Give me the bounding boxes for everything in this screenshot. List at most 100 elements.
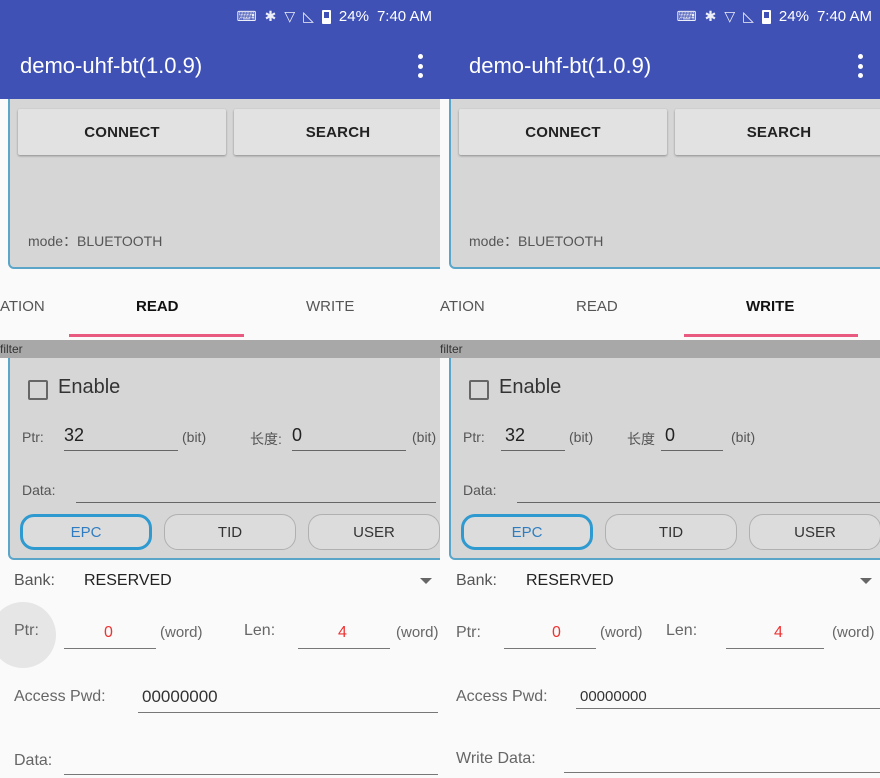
connect-button[interactable]: CONNECT: [18, 109, 226, 155]
filter-header: filter: [0, 340, 440, 358]
overflow-menu-icon[interactable]: [410, 51, 430, 81]
filter-ptr-unit: (bit): [569, 429, 594, 445]
clock: 7:40 AM: [376, 8, 432, 25]
access-pwd-input[interactable]: 00000000: [142, 687, 218, 707]
tab-indicator: [69, 334, 244, 337]
overflow-menu-icon[interactable]: [850, 51, 870, 81]
len-label: Len:: [244, 622, 276, 639]
filter-len-unit: (bit): [731, 429, 756, 445]
filter-len-input[interactable]: 0: [665, 425, 675, 446]
left-screen: ⌨ ✱ ▽ ◺ 24% 7:40 AM demo-uhf-bt(1.0.9) C…: [0, 0, 440, 778]
keyboard-icon: ⌨: [236, 8, 257, 24]
data-input[interactable]: [64, 774, 438, 775]
tab-bar: ATION READ WRITE: [440, 272, 880, 338]
tab-inventory[interactable]: ATION: [0, 298, 45, 315]
no-signal-icon: ◺: [743, 8, 754, 24]
app-bar: demo-uhf-bt(1.0.9): [0, 33, 440, 99]
tab-read[interactable]: READ: [576, 298, 618, 315]
filter-len-input[interactable]: 0: [292, 425, 302, 446]
filter-panel: Enable Ptr: 32 (bit) 长度 0 (bit) Data: EP…: [449, 358, 880, 560]
filter-header: filter: [440, 340, 880, 358]
bank-epc-button[interactable]: EPC: [461, 514, 593, 550]
keyboard-icon: ⌨: [676, 8, 697, 24]
bluetooth-icon: ✱: [704, 8, 717, 24]
bank-label: Bank:: [14, 572, 55, 589]
clock: 7:40 AM: [816, 8, 872, 25]
ptr-input[interactable]: 0: [104, 624, 113, 642]
battery-icon: [321, 9, 331, 24]
status-bar: ⌨ ✱ ▽ ◺ 24% 7:40 AM: [0, 0, 440, 33]
access-pwd-input[interactable]: 00000000: [580, 688, 647, 705]
len-label: Len:: [666, 622, 698, 639]
wifi-icon: ▽: [284, 8, 296, 24]
tab-inventory[interactable]: ATION: [440, 298, 485, 315]
bank-tid-button[interactable]: TID: [605, 514, 737, 550]
bank-select[interactable]: RESERVED: [526, 572, 614, 590]
tab-bar: ATION READ WRITE: [0, 272, 440, 338]
tab-indicator: [684, 334, 858, 337]
write-data-label: Write Data:: [456, 750, 536, 767]
filter-len-label: 长度: [627, 431, 655, 447]
filter-ptr-input[interactable]: 32: [64, 425, 84, 446]
tab-read[interactable]: READ: [136, 298, 179, 315]
len-underline: [726, 648, 824, 649]
access-pwd-label: Access Pwd:: [14, 688, 106, 705]
no-signal-icon: ◺: [303, 8, 314, 24]
len-input[interactable]: 4: [774, 624, 783, 642]
filter-ptr-label: Ptr:: [463, 429, 485, 445]
ptr-label: Ptr:: [14, 622, 39, 639]
len-unit: (word): [396, 624, 439, 641]
filter-panel: Enable Ptr: 32 (bit) 长度: 0 (bit) Data: E…: [8, 358, 440, 560]
enable-label: Enable: [58, 376, 121, 398]
filter-ptr-input[interactable]: 32: [505, 425, 525, 446]
bank-user-button[interactable]: USER: [749, 514, 880, 550]
dropdown-arrow-icon[interactable]: [860, 578, 872, 584]
ptr-input[interactable]: 0: [552, 624, 561, 642]
len-input[interactable]: 4: [338, 624, 347, 642]
mode-label: mode：BLUETOOTH: [469, 233, 604, 249]
search-button[interactable]: SEARCH: [234, 109, 440, 155]
len-unit: (word): [832, 624, 875, 641]
access-pwd-label: Access Pwd:: [456, 688, 548, 705]
data-label: Data:: [14, 752, 53, 769]
filter-ptr-underline: [64, 450, 178, 451]
wifi-icon: ▽: [724, 8, 736, 24]
dropdown-arrow-icon[interactable]: [420, 578, 432, 584]
enable-checkbox[interactable]: [469, 380, 489, 400]
len-underline: [298, 648, 390, 649]
tab-write[interactable]: WRITE: [306, 298, 354, 315]
status-bar: ⌨ ✱ ▽ ◺ 24% 7:40 AM: [440, 0, 880, 33]
search-button[interactable]: SEARCH: [675, 109, 880, 155]
app-title: demo-uhf-bt(1.0.9): [469, 53, 652, 78]
bank-epc-button[interactable]: EPC: [20, 514, 152, 550]
access-pwd-underline: [576, 708, 880, 709]
battery-percent: 24%: [338, 8, 369, 25]
right-screen: ⌨ ✱ ▽ ◺ 24% 7:40 AM demo-uhf-bt(1.0.9) C…: [440, 0, 880, 778]
read-form: Bank: RESERVED Ptr: 0 (word) Len: 4 (wor…: [0, 560, 440, 778]
enable-checkbox[interactable]: [28, 380, 48, 400]
filter-ptr-unit: (bit): [182, 429, 207, 445]
tab-write[interactable]: WRITE: [746, 298, 794, 315]
bank-label: Bank:: [456, 572, 497, 589]
bank-select[interactable]: RESERVED: [84, 572, 172, 590]
mode-label: mode：BLUETOOTH: [28, 233, 163, 249]
ptr-unit: (word): [160, 624, 203, 641]
ptr-unit: (word): [600, 624, 643, 641]
access-pwd-underline: [138, 712, 438, 713]
filter-ptr-label: Ptr:: [22, 429, 44, 445]
write-data-input[interactable]: [564, 772, 880, 773]
filter-data-input[interactable]: [517, 502, 880, 503]
write-form: Bank: RESERVED Ptr: 0 (word) Len: 4 (wor…: [440, 560, 880, 778]
filter-len-unit: (bit): [412, 429, 437, 445]
battery-percent: 24%: [778, 8, 809, 25]
ptr-label: Ptr:: [456, 624, 481, 641]
filter-data-input[interactable]: [76, 502, 436, 503]
battery-icon: [761, 9, 771, 24]
ptr-underline: [504, 648, 596, 649]
enable-label: Enable: [499, 376, 562, 398]
bank-tid-button[interactable]: TID: [164, 514, 296, 550]
filter-len-underline: [292, 450, 406, 451]
bank-user-button[interactable]: USER: [308, 514, 440, 550]
filter-len-label: 长度:: [250, 431, 282, 447]
connect-button[interactable]: CONNECT: [459, 109, 667, 155]
